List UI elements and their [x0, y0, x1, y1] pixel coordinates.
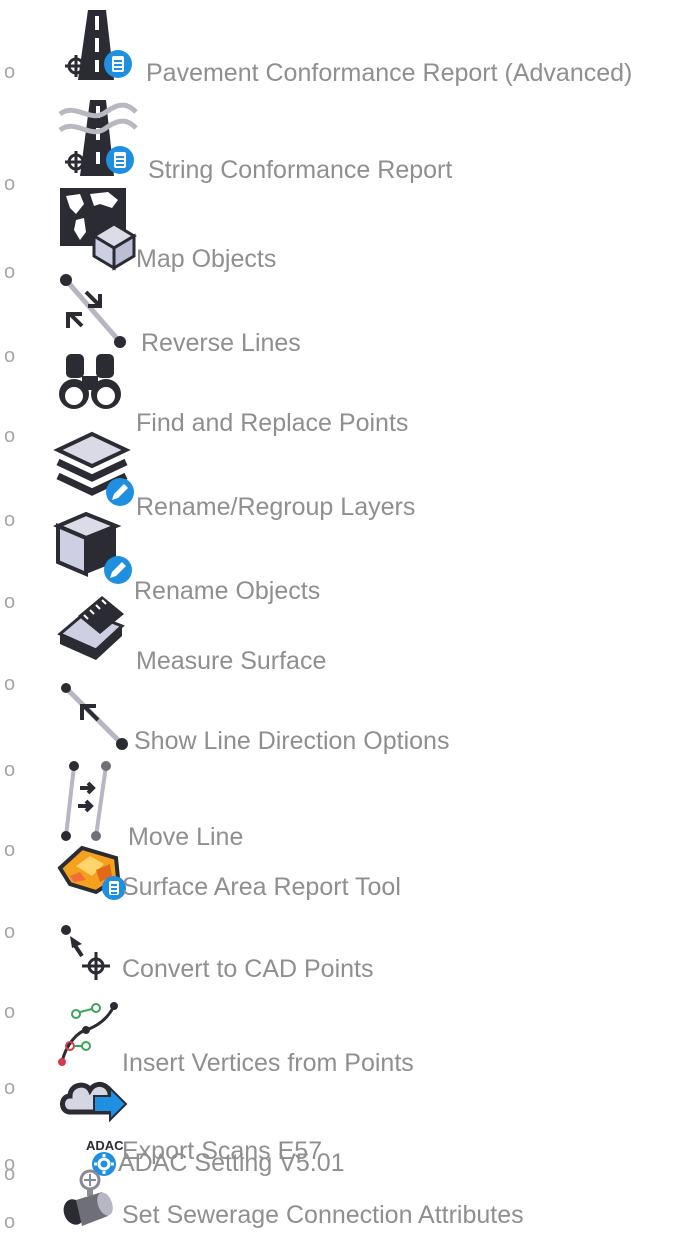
line-direction-icon [56, 680, 140, 760]
string-conformance-icon [56, 96, 140, 176]
list-item: o Insert Vertices from Points [0, 996, 691, 1098]
item-label: Show Line Direction Options [134, 727, 450, 755]
list-item: o Surface Area Report Tool [0, 838, 691, 942]
list-item: o Map Objects [0, 172, 691, 282]
list-item: o Reverse Lines [0, 258, 691, 366]
list-item: o Convert to CAD Points [0, 918, 691, 1022]
list-item: o Pavement Conformance Report (Advanced) [0, 0, 691, 87]
bullet: o [4, 1211, 16, 1233]
item-label: Pavement Conformance Report (Advanced) [146, 59, 633, 87]
cube-edit-icon [52, 511, 140, 592]
bullet: o [4, 61, 16, 83]
list-item: o Move Line [0, 758, 691, 860]
binoculars-icon [56, 348, 140, 428]
reverse-lines-icon [56, 272, 140, 352]
item-label: Convert to CAD Points [122, 955, 374, 983]
pavement-conformance-icon [56, 2, 140, 82]
item-label: Set Sewerage Connection Attributes [122, 1201, 524, 1229]
item-label: Surface Area Report Tool [122, 873, 401, 901]
item-label: Measure Surface [136, 647, 327, 675]
list-item: o Rename/Regroup Layers [0, 428, 691, 530]
list-item: o Set Sewerage Connection Attributes [0, 1169, 691, 1252]
list-item: o Measure Surface [0, 592, 691, 694]
list-item: o Find and Replace Points [0, 344, 691, 446]
list-item: o Rename Objects [0, 508, 691, 612]
list-item: o String Conformance Report [0, 86, 691, 194]
item-label: ADAC Setting V5.01 [118, 1149, 345, 1177]
measure-surface-icon [56, 594, 140, 674]
list-item: o Show Line Direction Options [0, 676, 691, 780]
layers-edit-icon [53, 431, 140, 512]
map-objects-icon [56, 184, 140, 271]
